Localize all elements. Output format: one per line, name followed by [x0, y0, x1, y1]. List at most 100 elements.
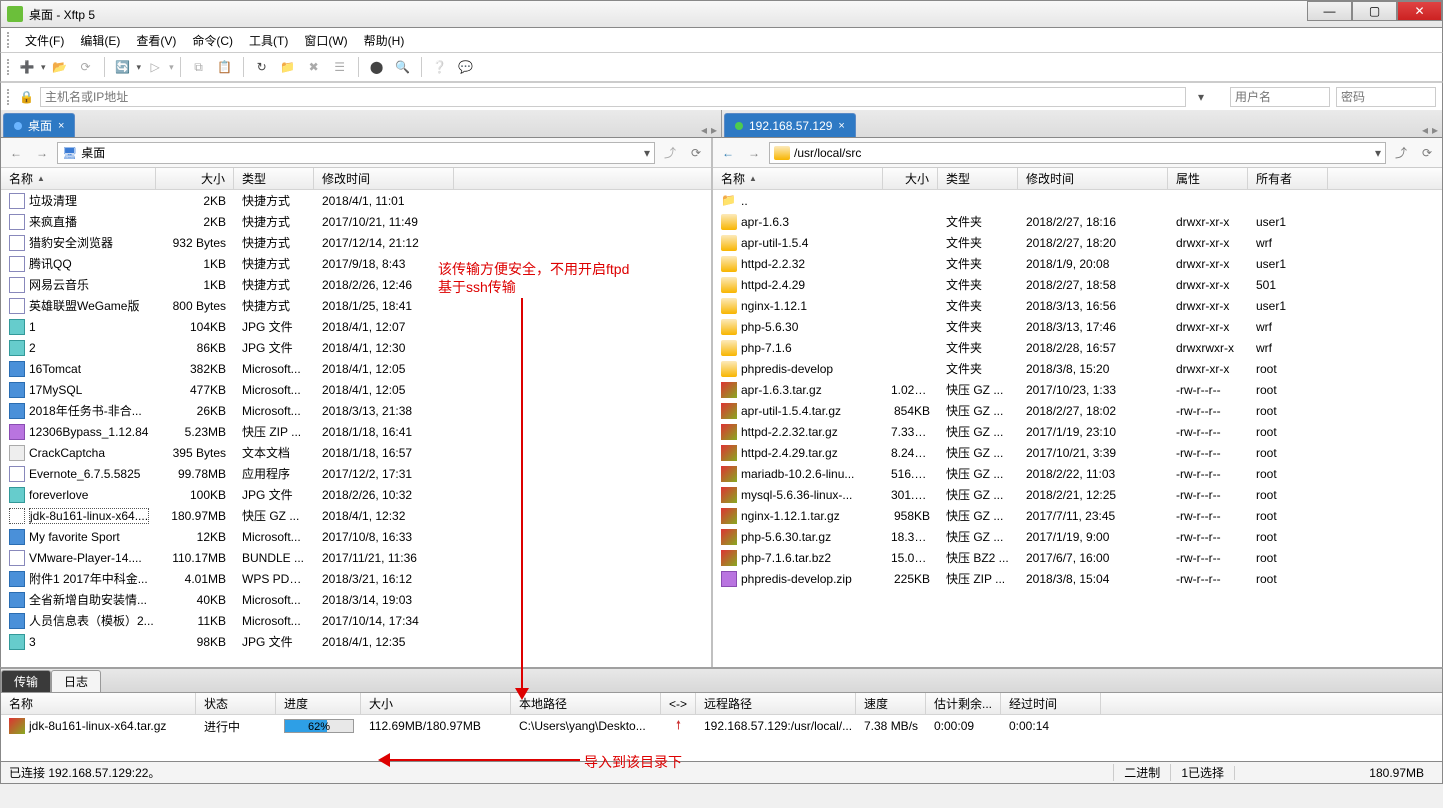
- column-type[interactable]: 类型: [234, 168, 314, 189]
- file-row[interactable]: mariadb-10.2.6-linu...516.22MB快压 GZ ...2…: [713, 463, 1442, 484]
- properties-icon[interactable]: ☰: [328, 55, 352, 79]
- file-row[interactable]: apr-util-1.5.4.tar.gz854KB快压 GZ ...2018/…: [713, 400, 1442, 421]
- menu-item[interactable]: 帮助(H): [356, 30, 413, 51]
- file-row[interactable]: apr-util-1.5.4文件夹2018/2/27, 18:20drwxr-x…: [713, 232, 1442, 253]
- chevron-down-icon[interactable]: ▾: [1375, 146, 1381, 160]
- file-row[interactable]: 网易云音乐1KB快捷方式2018/2/26, 12:46: [1, 274, 711, 295]
- tab-prev-icon[interactable]: ◂: [701, 123, 707, 137]
- tab-desktop[interactable]: 桌面 ×: [3, 113, 75, 137]
- file-row[interactable]: 附件1 2017年中科金...4.01MBWPS PDF ...2018/3/2…: [1, 568, 711, 589]
- file-row[interactable]: 2018年任务书-非合...26KBMicrosoft...2018/3/13,…: [1, 400, 711, 421]
- tcolumn-size[interactable]: 大小: [361, 693, 511, 714]
- new-folder-icon[interactable]: 📁: [276, 55, 300, 79]
- local-path-box[interactable]: 🖥 桌面 ▾: [57, 142, 655, 164]
- file-row[interactable]: nginx-1.12.1文件夹2018/3/13, 16:56drwxr-xr-…: [713, 295, 1442, 316]
- refresh-icon[interactable]: ⟳: [685, 142, 707, 164]
- find-icon[interactable]: 🔍: [391, 55, 415, 79]
- menu-item[interactable]: 窗口(W): [296, 30, 355, 51]
- file-row[interactable]: httpd-2.4.29.tar.gz8.24MB快压 GZ ...2017/1…: [713, 442, 1442, 463]
- column-attr[interactable]: 属性: [1168, 168, 1248, 189]
- remote-path-box[interactable]: /usr/local/src ▾: [769, 142, 1386, 164]
- close-tab-icon[interactable]: ×: [838, 120, 844, 132]
- menu-item[interactable]: 编辑(E): [72, 30, 128, 51]
- menu-item[interactable]: 命令(C): [184, 30, 241, 51]
- tab-transfer[interactable]: 传输: [1, 670, 51, 692]
- menu-item[interactable]: 查看(V): [128, 30, 184, 51]
- maximize-button[interactable]: ▢: [1352, 1, 1397, 21]
- up-icon[interactable]: ⤴: [659, 142, 681, 164]
- column-name[interactable]: 名称▲: [713, 168, 883, 189]
- tcolumn-dir[interactable]: <->: [661, 693, 696, 714]
- file-row[interactable]: foreverlove100KBJPG 文件2018/2/26, 10:32: [1, 484, 711, 505]
- column-mtime[interactable]: 修改时间: [1018, 168, 1168, 189]
- delete-icon[interactable]: ✖: [302, 55, 326, 79]
- refresh-icon[interactable]: ↻: [250, 55, 274, 79]
- file-row[interactable]: VMware-Player-14....110.17MBBUNDLE ...20…: [1, 547, 711, 568]
- tcolumn-eta[interactable]: 估计剩余...: [926, 693, 1001, 714]
- paste-icon[interactable]: 📋: [213, 55, 237, 79]
- menu-item[interactable]: 文件(F): [17, 30, 72, 51]
- column-name[interactable]: 名称▲: [1, 168, 156, 189]
- file-row[interactable]: mysql-5.6.36-linux-...301.67MB快压 GZ ...2…: [713, 484, 1442, 505]
- close-tab-icon[interactable]: ×: [58, 120, 64, 132]
- column-size[interactable]: 大小: [883, 168, 938, 189]
- file-row[interactable]: apr-1.6.3.tar.gz1.02MB快压 GZ ...2017/10/2…: [713, 379, 1442, 400]
- tab-next-icon[interactable]: ▸: [1432, 123, 1438, 137]
- tcolumn-speed[interactable]: 速度: [856, 693, 926, 714]
- file-row[interactable]: 来疯直播2KB快捷方式2017/10/21, 11:49: [1, 211, 711, 232]
- back-icon[interactable]: ←: [5, 142, 27, 164]
- file-row[interactable]: 腾讯QQ1KB快捷方式2017/9/18, 8:43: [1, 253, 711, 274]
- file-row[interactable]: jdk-8u161-linux-x64....180.97MB快压 GZ ...…: [1, 505, 711, 526]
- tcolumn-status[interactable]: 状态: [196, 693, 276, 714]
- transfer-row[interactable]: jdk-8u161-linux-x64.tar.gz 进行中 62% 112.6…: [1, 715, 1442, 737]
- file-row[interactable]: 全省新增自助安装情...40KBMicrosoft...2018/3/14, 1…: [1, 589, 711, 610]
- column-type[interactable]: 类型: [938, 168, 1018, 189]
- file-row[interactable]: 12306Bypass_1.12.845.23MB快压 ZIP ...2018/…: [1, 421, 711, 442]
- file-row[interactable]: 人员信息表（模板）2...11KBMicrosoft...2017/10/14,…: [1, 610, 711, 631]
- file-row[interactable]: httpd-2.4.29文件夹2018/2/27, 18:58drwxr-xr-…: [713, 274, 1442, 295]
- up-icon[interactable]: ⤴: [1390, 142, 1412, 164]
- file-row[interactable]: phpredis-develop.zip225KB快压 ZIP ...2018/…: [713, 568, 1442, 589]
- column-size[interactable]: 大小: [156, 168, 234, 189]
- copy-icon[interactable]: ⧉: [187, 55, 211, 79]
- file-row[interactable]: apr-1.6.3文件夹2018/2/27, 18:16drwxr-xr-xus…: [713, 211, 1442, 232]
- tcolumn-name[interactable]: 名称: [1, 693, 196, 714]
- file-row[interactable]: 猎豹安全浏览器932 Bytes快捷方式2017/12/14, 21:12: [1, 232, 711, 253]
- chevron-down-icon[interactable]: ▾: [1192, 90, 1210, 104]
- tab-prev-icon[interactable]: ◂: [1422, 123, 1428, 137]
- chat-icon[interactable]: 💬: [454, 55, 478, 79]
- file-row[interactable]: Evernote_6.7.5.582599.78MB应用程序2017/12/2,…: [1, 463, 711, 484]
- tab-next-icon[interactable]: ▸: [711, 123, 717, 137]
- open-icon[interactable]: 📂: [48, 55, 72, 79]
- file-row[interactable]: 17MySQL477KBMicrosoft...2018/4/1, 12:05: [1, 379, 711, 400]
- file-row[interactable]: CrackCaptcha395 Bytes文本文档2018/1/18, 16:5…: [1, 442, 711, 463]
- host-input[interactable]: [40, 87, 1186, 107]
- file-row[interactable]: 286KBJPG 文件2018/4/1, 12:30: [1, 337, 711, 358]
- play-icon[interactable]: ▷: [143, 55, 167, 79]
- tab-log[interactable]: 日志: [51, 670, 101, 692]
- back-icon[interactable]: ←: [717, 142, 739, 164]
- tcolumn-progress[interactable]: 进度: [276, 693, 361, 714]
- minimize-button[interactable]: —: [1307, 1, 1352, 21]
- tab-remote[interactable]: 192.168.57.129 ×: [724, 113, 856, 137]
- file-row[interactable]: php-5.6.30.tar.gz18.38MB快压 GZ ...2017/1/…: [713, 526, 1442, 547]
- file-row[interactable]: php-7.1.6文件夹2018/2/28, 16:57drwxrwxr-xwr…: [713, 337, 1442, 358]
- forward-icon[interactable]: →: [31, 142, 53, 164]
- file-row[interactable]: httpd-2.2.32文件夹2018/1/9, 20:08drwxr-xr-x…: [713, 253, 1442, 274]
- file-row[interactable]: phpredis-develop文件夹2018/3/8, 15:20drwxr-…: [713, 358, 1442, 379]
- file-row[interactable]: My favorite Sport12KBMicrosoft...2017/10…: [1, 526, 711, 547]
- column-mtime[interactable]: 修改时间: [314, 168, 454, 189]
- reconnect-icon[interactable]: ⟳: [74, 55, 98, 79]
- file-row[interactable]: 1104KBJPG 文件2018/4/1, 12:07: [1, 316, 711, 337]
- refresh-icon[interactable]: ⟳: [1416, 142, 1438, 164]
- column-owner[interactable]: 所有者: [1248, 168, 1328, 189]
- pass-input[interactable]: [1336, 87, 1436, 107]
- close-button[interactable]: ✕: [1397, 1, 1442, 21]
- tcolumn-elapsed[interactable]: 经过时间: [1001, 693, 1101, 714]
- file-row[interactable]: nginx-1.12.1.tar.gz958KB快压 GZ ...2017/7/…: [713, 505, 1442, 526]
- chevron-down-icon[interactable]: ▾: [644, 146, 650, 160]
- sync-icon[interactable]: 🔄: [111, 55, 135, 79]
- file-row[interactable]: 398KBJPG 文件2018/4/1, 12:35: [1, 631, 711, 652]
- file-row[interactable]: 📁..: [713, 190, 1442, 211]
- terminal-icon[interactable]: ⬤: [365, 55, 389, 79]
